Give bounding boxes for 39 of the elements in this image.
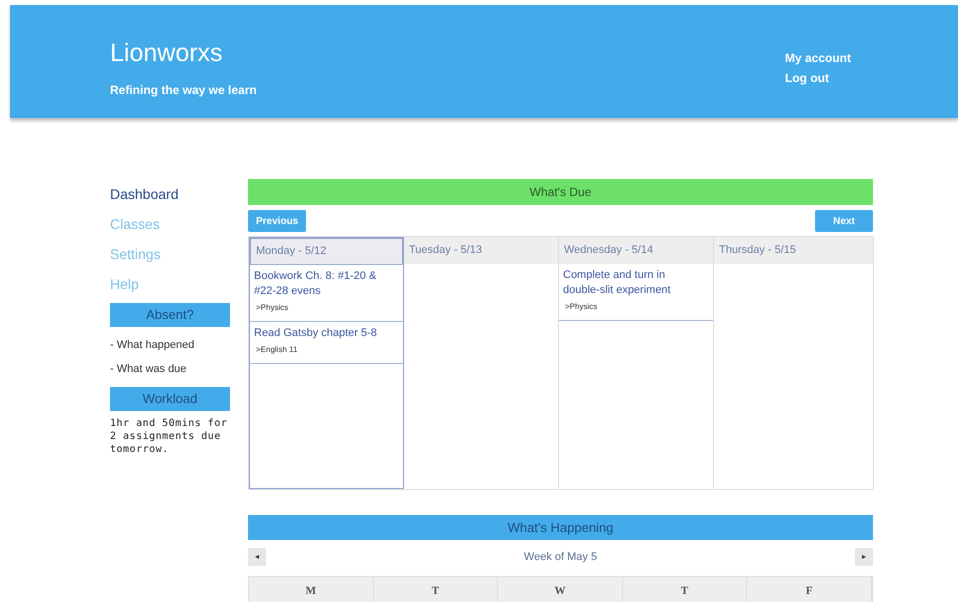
workload-text: 1hr and 50mins for 2 assignments due tomorrow. <box>110 417 228 456</box>
weekday-heading: T <box>622 577 748 602</box>
assignment-title[interactable]: Read Gatsby chapter 5-8 <box>254 326 389 341</box>
header-link[interactable]: My account <box>785 48 865 68</box>
workload-button[interactable]: Workload <box>110 387 230 411</box>
day-heading: Wednesday - 5/14 <box>559 237 713 264</box>
section-header: What's Due <box>248 179 873 205</box>
assignment-title[interactable]: Bookwork Ch. 8: #1-20 & #22-28 evens <box>254 269 389 299</box>
absent-link[interactable]: - What happened <box>110 333 194 357</box>
weekday-heading: F <box>747 577 872 602</box>
sidebar-link[interactable]: Settings <box>110 239 161 269</box>
sidebar-link[interactable]: Help <box>110 269 139 299</box>
sidebar-link[interactable]: Classes <box>110 209 160 239</box>
class-label: >English 11 <box>255 344 298 356</box>
day-column[interactable]: Tuesday - 5/13 <box>404 237 559 489</box>
site-title: Lionworxs <box>110 38 224 68</box>
previous-week-button[interactable]: ◂ <box>248 548 266 566</box>
day-column[interactable]: Thursday - 5/15 <box>714 237 874 489</box>
day-column[interactable]: Wednesday - 5/14 Complete and turn in double-slit experiment >Physics <box>559 237 714 489</box>
day-heading: Thursday - 5/15 <box>714 237 873 264</box>
next-week-button[interactable]: ▸ <box>854 548 873 566</box>
weekday-heading: T <box>374 577 498 602</box>
day-heading: Monday - 5/12 <box>250 238 403 265</box>
assignment-title[interactable]: Complete and turn in double-slit experiment <box>563 268 699 298</box>
day-column[interactable]: Monday - 5/12 Bookwork Ch. 8: #1-20 & #22-28 evens >Physics Read Gatsby chapter 5-8 >English 11 <box>249 237 404 489</box>
previous-button[interactable]: Previous <box>248 210 306 232</box>
section-header: What's Happening <box>248 515 873 540</box>
weekday-heading: W <box>498 577 623 602</box>
weekday-heading: M <box>249 577 374 602</box>
class-label: >Physics <box>564 301 598 313</box>
class-label: >Physics <box>255 302 290 314</box>
next-button[interactable]: Next <box>815 210 873 232</box>
absent-link[interactable]: - What was due <box>110 357 186 381</box>
absent-button[interactable]: Absent? <box>110 303 230 327</box>
site-tagline: Refining the way we learn <box>110 82 257 99</box>
header-link[interactable]: Log out <box>785 68 865 88</box>
week-label: Week of May 5 <box>524 550 598 565</box>
sidebar-link[interactable]: Dashboard <box>110 179 178 209</box>
day-heading: Tuesday - 5/13 <box>404 237 558 264</box>
